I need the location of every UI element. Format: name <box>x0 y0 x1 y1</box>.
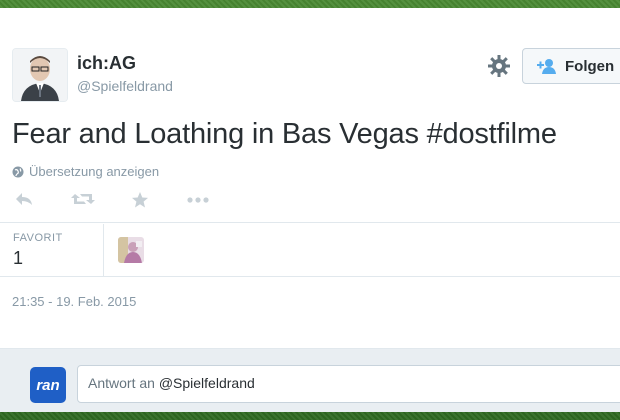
globe-icon <box>12 166 24 177</box>
tweet-text: Fear and Loathing in Bas Vegas #dostfilm… <box>12 118 557 150</box>
stats-vertical-divider <box>103 224 104 276</box>
reply-input[interactable]: Antwort an @Spielfeldrand <box>77 365 620 403</box>
favorite-stat-count[interactable]: 1 <box>13 248 23 269</box>
favorite-icon[interactable] <box>131 191 149 214</box>
reply-prefix: Antwort an <box>88 375 159 391</box>
favoriter-avatar[interactable] <box>118 237 144 263</box>
user-name[interactable]: ich:AG <box>77 53 136 74</box>
stats-divider-bottom <box>0 276 620 277</box>
ran-logo: ran <box>30 367 66 403</box>
translate-link[interactable]: Übersetzung anzeigen <box>12 164 159 179</box>
follow-button[interactable]: Folgen <box>522 48 620 84</box>
stats-divider-top <box>0 222 620 223</box>
reply-mention: @Spielfeldrand <box>158 375 255 391</box>
follow-label: Folgen <box>565 57 615 75</box>
reply-bar: ran Antwort an @Spielfeldrand <box>0 348 620 412</box>
favorite-stat-label: FAVORIT <box>13 232 63 244</box>
user-handle[interactable]: @Spielfeldrand <box>77 78 173 94</box>
reply-icon[interactable] <box>14 191 34 212</box>
translate-label: Übersetzung anzeigen <box>29 164 160 179</box>
tweet-timestamp[interactable]: 21:35 - 19. Feb. 2015 <box>12 294 136 309</box>
tweet-card: ich:AG @Spielfeldrand Folgen Fear and Lo… <box>0 8 620 412</box>
retweet-icon[interactable] <box>70 191 96 212</box>
more-icon[interactable] <box>186 191 210 212</box>
gear-icon[interactable] <box>487 54 511 78</box>
add-user-icon <box>537 59 556 74</box>
avatar[interactable] <box>12 48 68 102</box>
